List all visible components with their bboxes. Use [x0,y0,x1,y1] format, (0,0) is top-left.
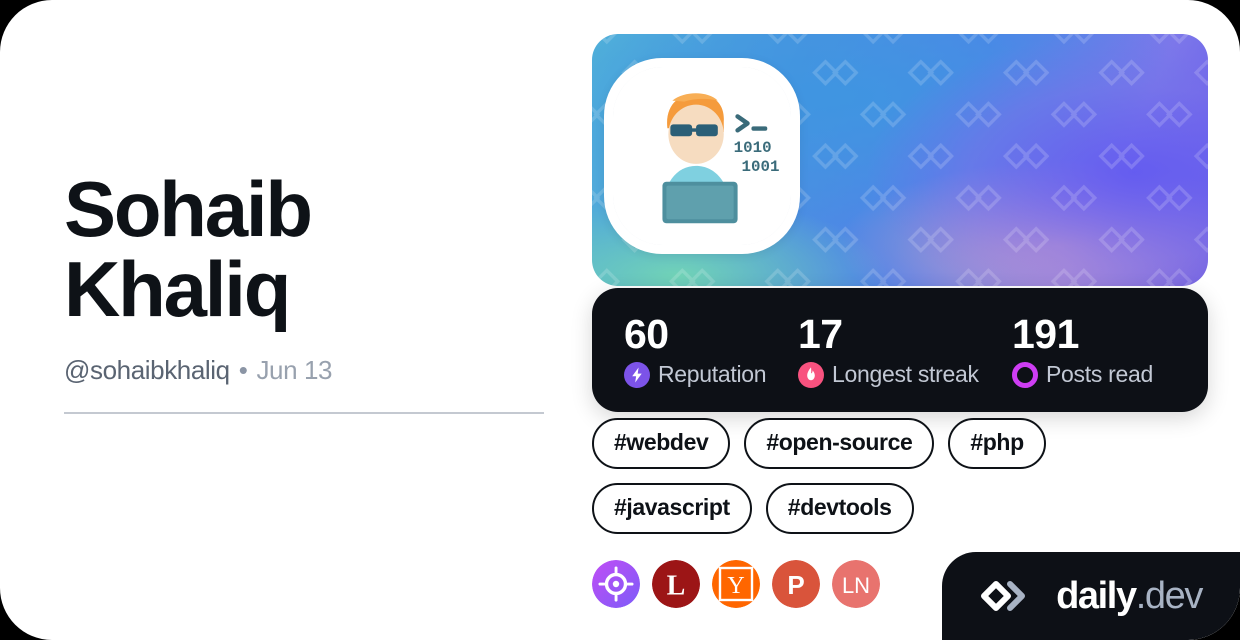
stat-value: 17 [798,310,843,357]
avatar: 1010 1001 [604,58,800,254]
source-badge-lobsters[interactable]: L [652,560,700,608]
profile-date: Jun 13 [256,355,333,386]
stat-value: 60 [624,310,669,357]
stat-longest-streak: 17 Longest streak [798,310,1012,388]
source-badge-ln[interactable]: LN [832,560,880,608]
ring-icon [1012,361,1038,388]
stat-label-row: Longest streak [798,361,1012,388]
avatar-illustration: 1010 1001 [613,67,791,245]
profile-meta: @sohaibkhaliq • Jun 13 [64,355,544,386]
source-badge-target[interactable] [592,560,640,608]
stats-bar: 60 Reputation 17 Longest streak 191 Post… [592,288,1208,412]
stat-posts-read: 191 Posts read [1012,310,1153,388]
stat-value: 191 [1012,310,1079,357]
logo-name: daily [1056,575,1137,617]
svg-text:Y: Y [727,573,744,599]
tag-item[interactable]: #devtools [765,483,914,534]
logo-suffix: .dev [1135,575,1204,617]
source-badge-hackernews[interactable]: Y [712,560,760,608]
tag-item[interactable]: #javascript [592,483,752,534]
tag-item[interactable]: #open-source [744,418,935,469]
stat-label: Longest streak [832,361,979,388]
stat-label-row: Posts read [1012,361,1153,388]
meta-separator: • [238,355,248,386]
profile-detail-column: 1010 1001 60 Reputation 17 Longest strea… [592,34,1208,608]
bolt-icon [624,361,650,388]
daily-dev-chevron-logo [981,581,1026,611]
profile-handle: @sohaibkhaliq [64,355,230,386]
tag-list: #webdev #open-source #php #javascript #d… [592,418,1208,534]
stat-label: Posts read [1046,361,1153,388]
source-badge-p[interactable]: P [772,560,820,608]
svg-text:L: L [667,571,686,602]
profile-card: Sohaib Khaliq @sohaibkhaliq • Jun 13 101… [0,0,1240,640]
divider [64,412,544,415]
profile-identity-column: Sohaib Khaliq @sohaibkhaliq • Jun 13 [64,165,544,415]
svg-text:1001: 1001 [742,158,780,176]
source-badge-list: L Y P LN [592,560,880,608]
tag-item[interactable]: #php [948,418,1046,469]
cover-and-stats: 1010 1001 60 Reputation 17 Longest strea… [592,34,1208,412]
logo-wordmark: daily.dev [1056,575,1204,617]
page-title: Sohaib Khaliq [64,165,313,333]
svg-text:LN: LN [842,573,870,598]
stat-label-row: Reputation [624,361,798,388]
tag-item[interactable]: #webdev [592,418,731,469]
stat-reputation: 60 Reputation [624,310,798,388]
flame-icon [798,361,824,388]
stat-label: Reputation [658,361,767,388]
daily-dev-logo-plate: daily.dev [942,552,1240,640]
svg-text:1010: 1010 [734,139,772,157]
svg-text:P: P [787,570,804,600]
